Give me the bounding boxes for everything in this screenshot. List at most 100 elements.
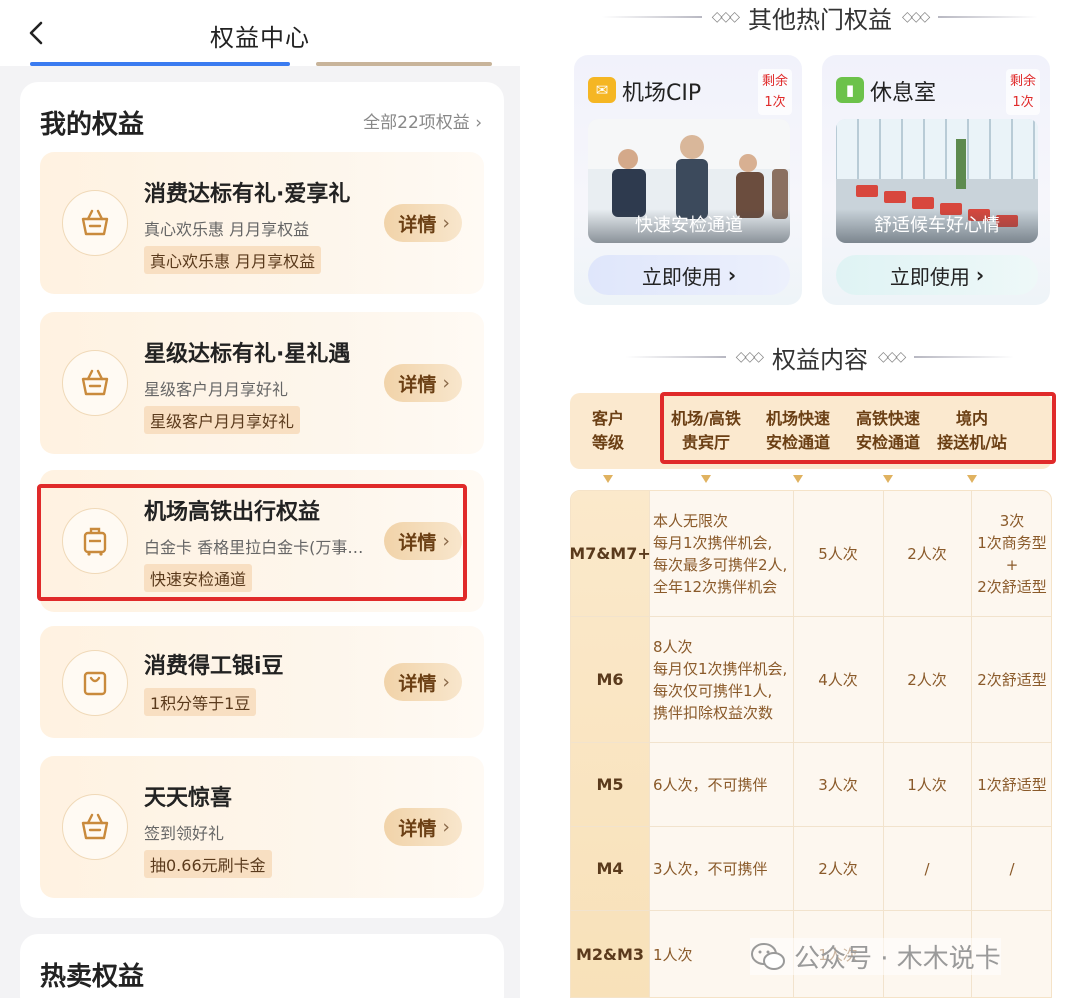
table-cell: / <box>883 827 971 911</box>
top-bar: 权益中心 <box>0 0 520 66</box>
table-cell: 1人次 <box>883 743 971 827</box>
photo-caption: 快速安检通道 <box>588 209 790 243</box>
cell-line: / <box>1009 860 1015 878</box>
benefit-subtitle: 星级客户月月享好礼 <box>144 380 289 399</box>
gift-basket-icon <box>62 350 128 416</box>
benefit-card: ▮ 休息室 剩余 1次 舒适候车好心情 立即使用 › <box>822 55 1050 305</box>
cell-value: 2人次 <box>907 671 947 689</box>
gift-basket-icon <box>62 190 128 256</box>
table-cell: 2人次 <box>793 827 883 911</box>
cell-line: 每月仅1次携伴机会, <box>653 660 788 678</box>
down-arrow-icon <box>603 475 613 483</box>
table-cell: M2&M3 <box>571 911 649 997</box>
use-now-button[interactable]: 立即使用 › <box>836 255 1038 295</box>
benefit-item[interactable]: 星级达标有礼·星礼遇 星级客户月月享好礼 星级客户月月享好礼 详情 › <box>40 312 484 454</box>
photo-caption: 舒适候车好心情 <box>836 209 1038 243</box>
cell-line: 3次 <box>999 512 1025 530</box>
cell-line: 每次最多可携伴2人, <box>653 556 788 574</box>
remaining-label: 剩余 <box>761 74 788 89</box>
wechat-icon <box>751 942 785 970</box>
benefit-item[interactable]: 消费达标有礼·爱享礼 真心欢乐惠 月月享权益 真心欢乐惠 月月享权益 详情 › <box>40 152 484 294</box>
hot-benefits-card: 热卖权益 <box>20 934 504 998</box>
level-label: M2&M3 <box>575 945 645 964</box>
cell-line: 8人次 <box>653 638 693 656</box>
table-row: M6 8人次 每月仅1次携伴机会, 每次仅可携伴1人, 携伴扣除权益次数 4人次 2人次 2次… <box>571 617 1051 743</box>
remaining-label: 剩余 <box>1009 74 1036 89</box>
cell-line: 每月1次携伴机会, <box>653 534 773 552</box>
ticket-icon: ✉ <box>588 77 616 103</box>
content-header: ◇◇◇ 权益内容 ◇◇◇ <box>560 340 1080 374</box>
column-header-line: 等级 <box>591 433 624 452</box>
my-benefits-screen: 权益中心 我的权益 全部22项权益 › 消费达标有礼·爱享礼 真心欢乐惠 月月享权… <box>0 0 520 998</box>
down-arrow-icon <box>967 475 977 483</box>
down-arrow-icon <box>701 475 711 483</box>
detail-button[interactable]: 详情 › <box>384 204 462 242</box>
table-cell: 4人次 <box>793 617 883 743</box>
cell-value: / <box>924 860 930 878</box>
door-icon: ▮ <box>836 77 864 103</box>
down-arrow-icon <box>793 475 803 483</box>
table-cell: 6人次，不可携伴 <box>649 743 793 827</box>
all-benefits-label: 全部22项权益 <box>363 113 470 133</box>
section-title: 其他热门权益 <box>748 5 892 34</box>
use-now-label: 立即使用 <box>889 264 970 289</box>
table-cell: M7&M7+ <box>570 491 651 617</box>
table-cell: M6 <box>571 617 649 743</box>
benefit-subtitle: 签到领好礼 <box>144 824 225 843</box>
detail-label: 详情 <box>398 373 437 396</box>
table-cell: M5 <box>571 743 649 827</box>
detail-label: 详情 <box>398 672 437 695</box>
benefit-card: ✉ 机场CIP 剩余 1次快速安检通道立即使用 › <box>574 55 802 305</box>
detail-button[interactable]: 详情 › <box>384 364 462 402</box>
tab-indicator <box>30 62 290 66</box>
chevron-right-icon: › <box>442 671 450 693</box>
highlight-box <box>37 484 467 601</box>
column-header-line: 客户 <box>591 409 624 428</box>
level-label: M4 <box>596 859 624 878</box>
remaining-value: 1次 <box>764 95 786 110</box>
section-title: 我的权益 <box>40 110 145 140</box>
down-arrow-icon <box>883 475 893 483</box>
chevron-right-icon: › <box>975 263 985 287</box>
cell-line: 1人次 <box>653 946 693 964</box>
banner-edge <box>316 62 492 66</box>
chevron-right-icon: › <box>727 263 737 287</box>
table-cell: M4 <box>571 827 649 911</box>
cell-value: 2人次 <box>818 860 858 878</box>
benefit-item[interactable]: 天天惊喜 签到领好礼 抽0.66元刷卡金 详情 › <box>40 756 484 898</box>
benefit-detail-screen: ◇◇◇ 其他热门权益 ◇◇◇ ✉ 机场CIP 剩余 1次 快速安检通道 立即使用 › ▮ 休息室… <box>560 0 1080 998</box>
benefit-item[interactable]: 消费得工银i豆 1积分等于1豆 详情 › <box>40 626 484 738</box>
table-cell: 5人次 <box>793 491 883 617</box>
level-label: M7&M7+ <box>570 544 651 563</box>
detail-label: 详情 <box>398 817 437 840</box>
highlight-box <box>660 392 1056 464</box>
table-cell: 3人次 <box>793 743 883 827</box>
benefit-table: M7&M7+ 本人无限次 每月1次携伴机会, 每次最多可携伴2人, 全年12次携伴机会 5… <box>570 490 1052 998</box>
cell-line: 1次舒适型 <box>977 776 1047 794</box>
table-cell: 2次舒适型 <box>971 617 1051 743</box>
use-now-button[interactable]: 立即使用 › <box>588 255 790 295</box>
cell-value: 3人次 <box>818 776 858 794</box>
cell-line: 2次舒适型 <box>977 578 1047 596</box>
detail-button[interactable]: 详情 › <box>384 663 462 701</box>
cell-line: 2次舒适型 <box>977 671 1047 689</box>
ornament-icon: ◇◇◇ <box>711 9 740 25</box>
all-benefits-link[interactable]: 全部22项权益 › <box>363 108 482 133</box>
other-benefits-header: ◇◇◇ 其他热门权益 ◇◇◇ <box>560 0 1080 34</box>
benefit-subtitle: 真心欢乐惠 月月享权益 <box>144 220 310 239</box>
cell-value: 4人次 <box>818 671 858 689</box>
table-cell: 2人次 <box>883 491 971 617</box>
table-cell: 3次 1次商务型+ 2次舒适型 <box>971 491 1051 617</box>
cell-value: 1人次 <box>907 776 947 794</box>
ornament-icon: ◇◇◇ <box>735 349 764 365</box>
column-header: 客户 等级 <box>570 407 646 455</box>
cell-line: 6人次，不可携伴 <box>653 776 768 794</box>
section-title: 权益内容 <box>772 345 868 374</box>
detail-button[interactable]: 详情 › <box>384 808 462 846</box>
benefit-name: 机场CIP <box>622 81 702 106</box>
table-row: M4 3人次，不可携伴 2人次 / / <box>571 827 1051 911</box>
shopping-bag-icon <box>62 650 128 716</box>
use-now-label: 立即使用 <box>641 264 722 289</box>
watermark-text: 公众号 · 木木说卡 <box>794 944 1001 974</box>
cell-line: 本人无限次 <box>653 512 729 530</box>
